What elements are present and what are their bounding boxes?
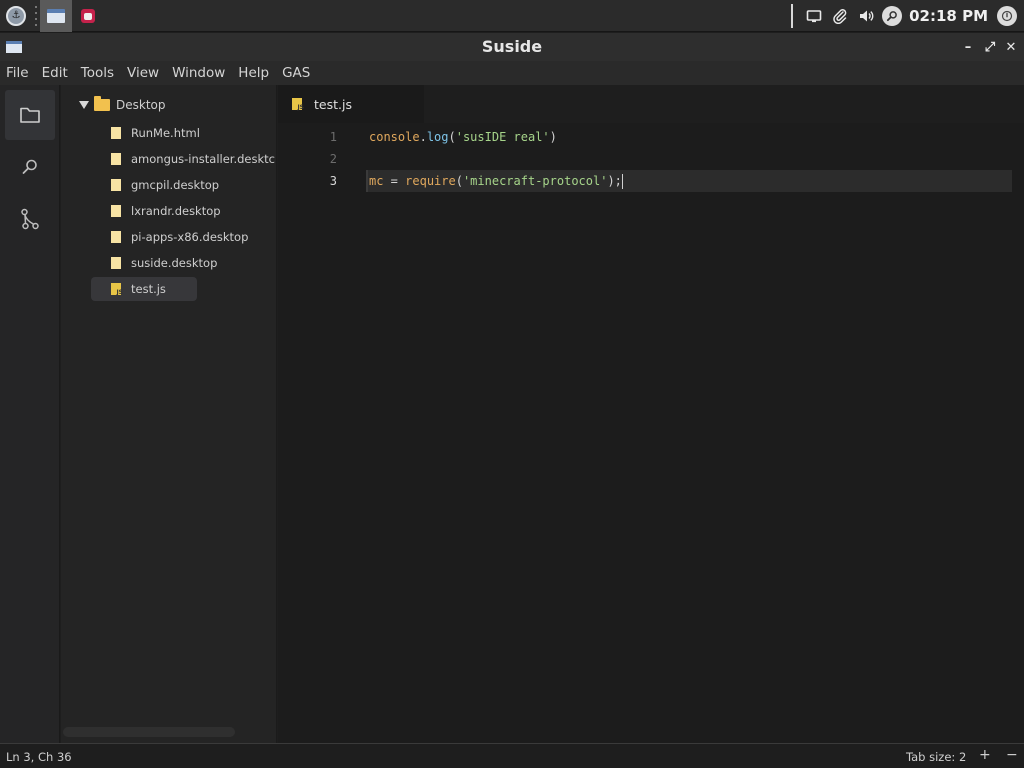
file-icon [111,127,121,139]
menu-bar: File Edit Tools View Window Help GAS [0,61,1024,85]
tab-size-indicator[interactable]: Tab size: 2 [906,750,966,764]
tree-file-item[interactable]: pi-apps-x86.desktop [91,225,291,249]
folder-label: Desktop [116,98,166,112]
git-branch-icon [21,208,39,230]
file-label: lxrandr.desktop [131,204,221,218]
text-cursor [621,174,623,189]
taskbar-separator [33,5,39,26]
file-explorer: Desktop RunMe.html amongus-installer.des… [61,85,277,743]
source-control-button[interactable] [5,194,55,244]
tree-file-item[interactable]: gmcpil.desktop [91,173,291,197]
magnifier-icon [22,159,37,174]
power-icon [997,5,1017,26]
file-icon [111,231,121,243]
file-icon [111,179,121,191]
file-icon [111,257,121,269]
file-icon [111,153,121,165]
code-token: ); [607,174,622,188]
tree-file-item[interactable]: lxrandr.desktop [91,199,291,223]
line-number: 2 [329,152,337,166]
explorer-button[interactable] [5,90,55,140]
code-token: = [383,174,406,188]
file-label: gmcpil.desktop [131,178,220,192]
taskbar-window-suside[interactable] [40,0,72,32]
file-label: suside.desktop [131,256,218,270]
tab-test-js[interactable]: test.js [278,85,424,123]
start-menu-button[interactable]: ⚓ [0,0,32,32]
caret-down-icon [79,101,89,109]
code-token: ( [455,174,463,188]
raspberry-icon [81,8,95,23]
menu-window[interactable]: Window [172,65,225,81]
cursor-position[interactable]: Ln 3, Ch 36 [6,750,72,764]
status-bar: Ln 3, Ch 36 Tab size: 2 + − [0,743,1024,768]
horizontal-scrollbar[interactable] [63,727,235,737]
taskbar-launcher-raspberry[interactable] [72,0,104,32]
tray-divider [791,3,794,28]
menu-tools[interactable]: Tools [81,65,114,81]
tab-label: test.js [314,96,352,112]
close-button[interactable]: ✕ [1001,36,1021,58]
volume-icon[interactable] [853,0,879,32]
code-token: require [405,174,456,188]
js-file-icon [111,283,123,296]
maximize-button[interactable]: ⤢ [980,36,1000,58]
file-label: pi-apps-x86.desktop [131,230,249,244]
menu-help[interactable]: Help [238,65,269,81]
code-token: 'susIDE real' [455,130,550,144]
activity-bar [0,85,60,743]
search-panel-button[interactable] [5,142,55,192]
screen-icon[interactable] [801,0,827,32]
js-file-icon [292,98,304,111]
editor-tab-bar: test.js [278,85,1024,123]
paperclip-icon[interactable] [827,0,853,32]
code-token: log [426,130,449,144]
file-label: amongus-installer.desktc [131,152,275,166]
window-icon [47,8,65,23]
window-title: Suside [481,37,543,56]
zoom-in-button[interactable]: + [979,747,991,763]
system-taskbar: ⚓ 02:18 PM [0,0,1024,32]
line-number: 1 [329,130,337,144]
search-button[interactable] [879,0,905,32]
minimize-button[interactable]: – [958,36,978,58]
menu-view[interactable]: View [127,65,159,81]
menu-gas[interactable]: GAS [282,65,310,81]
search-icon [882,5,903,26]
open-folder-icon [94,96,110,111]
code-token: mc [369,174,384,188]
code-token: 'minecraft-protocol' [462,174,608,188]
menu-file[interactable]: File [6,65,29,81]
tree-file-item[interactable]: amongus-installer.desktc [91,147,291,171]
power-button[interactable] [994,0,1020,32]
code-token: ( [448,130,456,144]
file-label: RunMe.html [131,126,200,140]
zoom-out-button[interactable]: − [1006,747,1018,763]
code-token: console [369,130,420,144]
code-line[interactable]: console.log('susIDE real') [369,130,557,144]
file-label: test.js [131,282,166,296]
tree-folder-desktop[interactable]: Desktop [79,96,166,112]
code-token: ) [549,130,557,144]
file-icon [111,205,121,217]
clock[interactable]: 02:18 PM [909,7,988,25]
code-editor[interactable]: 1 2 3 console.log('susIDE real') mc = re… [278,123,1024,743]
code-line[interactable]: mc = require('minecraft-protocol'); [369,174,623,189]
tree-file-item[interactable]: suside.desktop [91,251,291,275]
code-token: . [419,130,427,144]
tree-file-item-selected[interactable]: test.js [91,277,197,301]
menu-edit[interactable]: Edit [42,65,68,81]
folder-icon [20,107,40,123]
start-menu-icon: ⚓ [6,5,26,26]
window-titlebar[interactable]: Suside – ⤢ ✕ [0,33,1024,61]
tree-file-item[interactable]: RunMe.html [91,121,291,145]
line-number-current: 3 [329,174,337,188]
